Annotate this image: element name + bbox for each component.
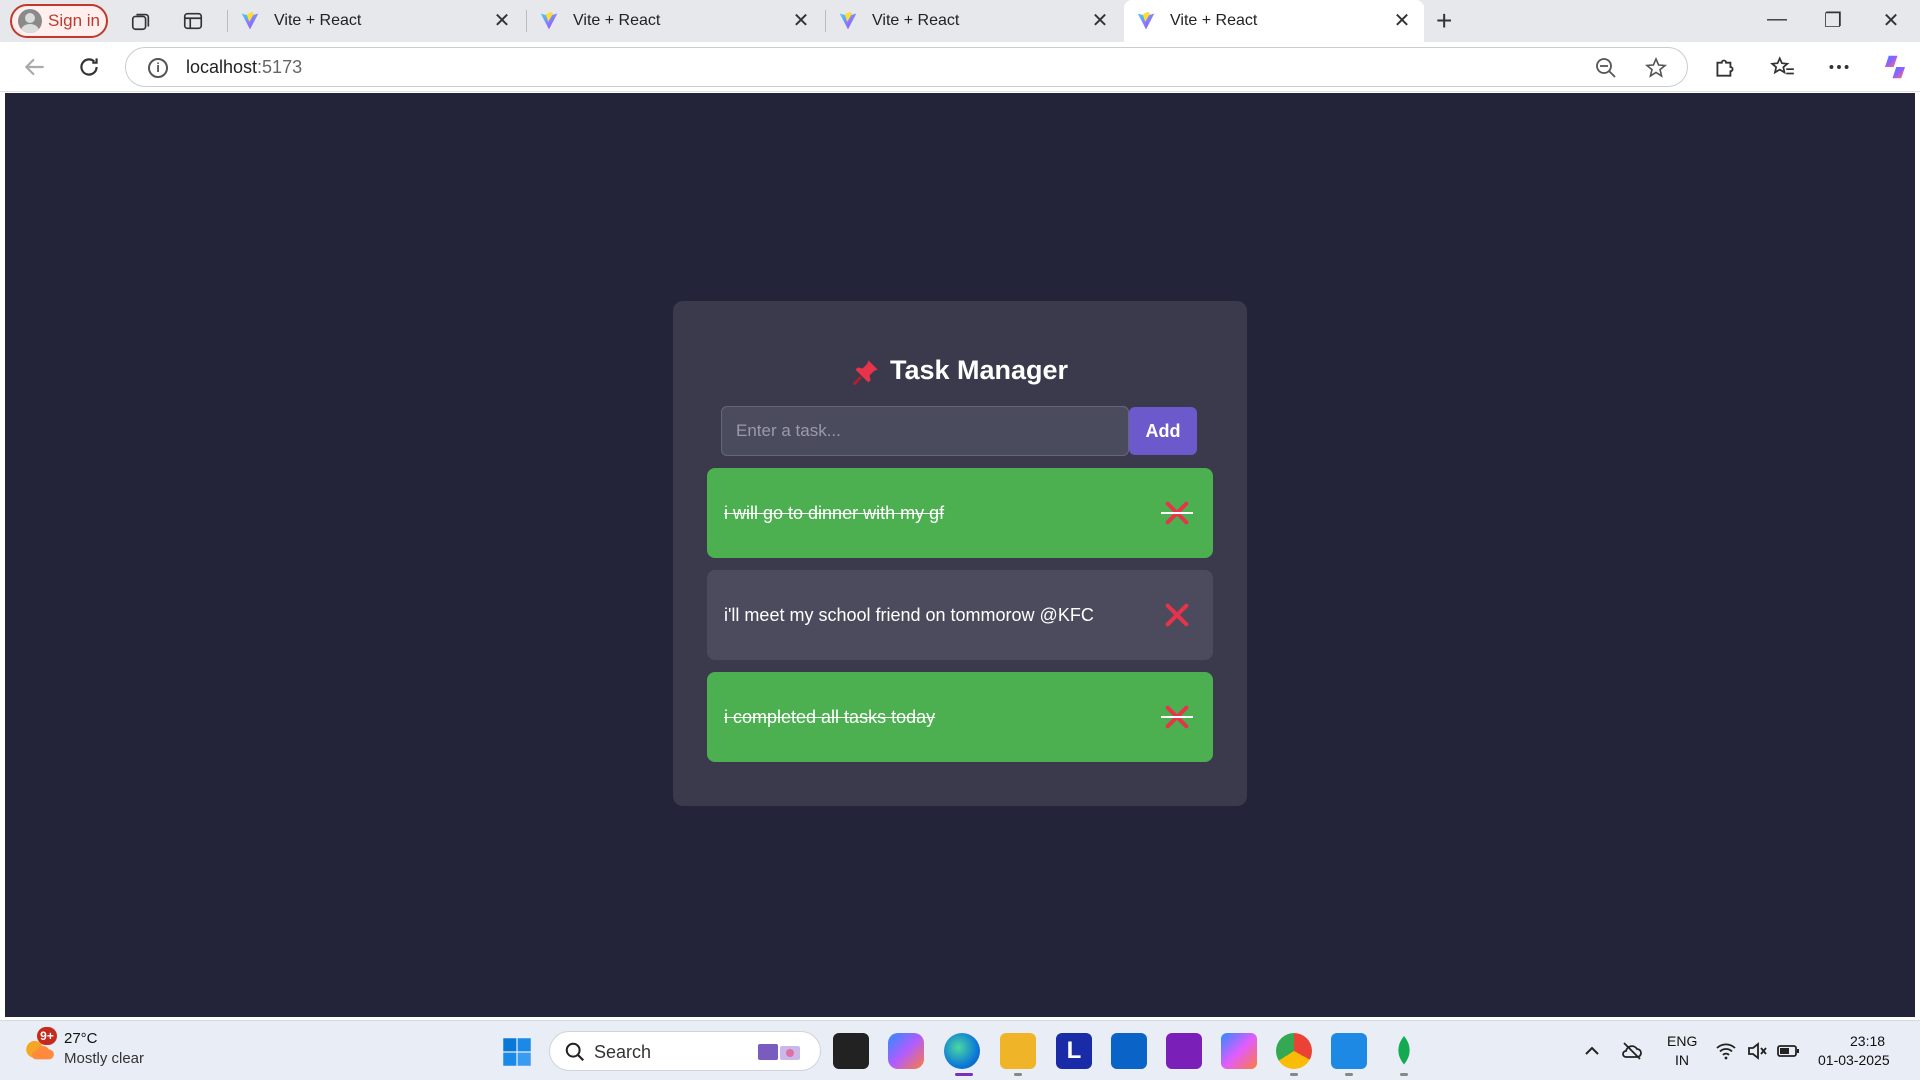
taskbar-app-outlook[interactable]	[1111, 1033, 1147, 1069]
close-x-icon	[1165, 603, 1189, 627]
temperature-text[interactable]: 27°C	[64, 1030, 98, 1047]
chevron-up-icon[interactable]	[1580, 1039, 1604, 1063]
taskbar-app-edge[interactable]	[944, 1033, 980, 1069]
vite-favicon-icon	[540, 11, 558, 30]
taskbar-app-l[interactable]: L	[1056, 1033, 1092, 1069]
taskbar-search[interactable]: Search	[549, 1031, 821, 1071]
leaf-icon	[1398, 1036, 1410, 1065]
tab-title: Vite + React	[1170, 12, 1258, 29]
taskbar-app-mongodb[interactable]	[1386, 1033, 1422, 1069]
task-text[interactable]: i'll meet my school friend on tommorow @…	[724, 605, 1094, 626]
vite-favicon-icon	[1137, 11, 1155, 30]
task-input[interactable]	[721, 406, 1129, 456]
vite-favicon-icon	[839, 11, 857, 30]
task-text[interactable]: i completed all tasks today	[724, 707, 935, 728]
wifi-icon[interactable]	[1714, 1039, 1738, 1063]
taskbar-app-file-explorer[interactable]	[1000, 1033, 1036, 1069]
browser-tab-3[interactable]: Vite + React ✕	[826, 0, 1122, 42]
tab-title: Vite + React	[872, 12, 960, 29]
task-text[interactable]: i will go to dinner with my gf	[724, 503, 944, 524]
vite-favicon-icon	[241, 11, 259, 30]
browser-tab-1[interactable]: Vite + React ✕	[228, 0, 524, 42]
title-text: Task Manager	[889, 355, 1069, 385]
browser-tab-2[interactable]: Vite + React ✕	[527, 0, 823, 42]
add-task-button[interactable]: Add	[1129, 407, 1197, 455]
windows-start-icon[interactable]	[502, 1037, 532, 1067]
app-indicator	[1345, 1073, 1353, 1076]
copilot-icon[interactable]	[1880, 52, 1910, 82]
close-window-icon[interactable]: ✕	[1876, 8, 1906, 33]
close-tab-icon[interactable]: ✕	[1090, 11, 1110, 31]
more-options-icon[interactable]	[1826, 54, 1852, 80]
task-item[interactable]: i completed all tasks today	[707, 672, 1213, 762]
weather-condition-text[interactable]: Mostly clear	[64, 1050, 144, 1067]
page-viewport: Task Manager Add i will go to dinner wit…	[5, 93, 1915, 1017]
new-tab-button[interactable]: +	[1436, 7, 1452, 35]
tab-title: Vite + React	[573, 12, 661, 29]
search-label: Search	[594, 1042, 652, 1062]
close-tab-icon[interactable]: ✕	[791, 11, 811, 31]
windows-taskbar: 9+ 27°C Mostly clear Search L ENG IN 23:…	[0, 1020, 1920, 1080]
clock-date[interactable]: 01-03-2025	[1818, 1052, 1890, 1068]
taskbar-app-vscode[interactable]	[1331, 1033, 1367, 1069]
zoom-out-icon[interactable]	[1594, 56, 1618, 80]
site-info-icon[interactable]: i	[148, 58, 168, 78]
close-tab-icon[interactable]: ✕	[1392, 11, 1412, 31]
task-item[interactable]: i'll meet my school friend on tommorow @…	[707, 570, 1213, 660]
taskbar-app-task-view[interactable]	[833, 1033, 869, 1069]
language-indicator[interactable]: ENG	[1667, 1033, 1697, 1049]
browser-tab-strip: Sign in Vite + React ✕ Vite + React ✕ Vi…	[0, 0, 1920, 42]
delete-task-button[interactable]	[1161, 703, 1193, 731]
close-tab-icon[interactable]: ✕	[492, 11, 512, 31]
extensions-icon[interactable]	[1712, 54, 1738, 80]
delete-task-button[interactable]	[1163, 601, 1191, 629]
close-x-icon	[1165, 501, 1189, 525]
url-text[interactable]: localhost:5173	[186, 57, 302, 78]
delete-task-button[interactable]	[1161, 499, 1193, 527]
sign-in-label: Sign in	[48, 11, 100, 30]
tab-actions-icon[interactable]	[182, 10, 204, 32]
app-indicator	[1014, 1073, 1022, 1076]
clock-time[interactable]: 23:18	[1850, 1033, 1885, 1049]
taskbar-app-m365[interactable]	[1221, 1033, 1257, 1069]
weather-badge: 9+	[37, 1027, 57, 1045]
taskbar-app-copilot[interactable]	[888, 1033, 924, 1069]
profile-icon	[18, 9, 42, 33]
search-icon	[565, 1042, 585, 1062]
language-region[interactable]: IN	[1675, 1052, 1689, 1068]
tab-title: Vite + React	[274, 12, 362, 29]
browser-toolbar: i localhost:5173	[0, 42, 1920, 92]
task-item[interactable]: i will go to dinner with my gf	[707, 468, 1213, 558]
active-app-indicator	[955, 1073, 973, 1076]
app-indicator	[1290, 1073, 1298, 1076]
page-title: Task Manager	[673, 355, 1247, 386]
pushpin-icon	[852, 360, 878, 385]
onedrive-offline-icon[interactable]	[1620, 1039, 1644, 1063]
favorite-star-icon[interactable]	[1644, 56, 1668, 80]
browser-tab-4-active[interactable]: Vite + React ✕	[1124, 0, 1424, 42]
close-x-icon	[1165, 705, 1189, 729]
minimize-icon[interactable]: —	[1762, 8, 1792, 31]
app-indicator	[1400, 1073, 1408, 1076]
volume-muted-icon[interactable]	[1745, 1039, 1769, 1063]
back-arrow-icon[interactable]	[22, 54, 48, 80]
taskbar-app-chrome[interactable]	[1276, 1033, 1312, 1069]
favorites-icon[interactable]	[1770, 54, 1796, 80]
refresh-icon[interactable]	[76, 54, 102, 80]
sign-in-button[interactable]: Sign in	[10, 4, 108, 38]
battery-icon[interactable]	[1776, 1039, 1800, 1063]
task-manager-card: Task Manager Add i will go to dinner wit…	[673, 301, 1247, 806]
address-bar[interactable]: i localhost:5173	[125, 47, 1688, 87]
search-highlight-icon	[758, 1044, 800, 1060]
taskbar-app-circle[interactable]	[1166, 1033, 1202, 1069]
restore-icon[interactable]: ❐	[1818, 8, 1848, 33]
workspaces-icon[interactable]	[130, 10, 152, 32]
